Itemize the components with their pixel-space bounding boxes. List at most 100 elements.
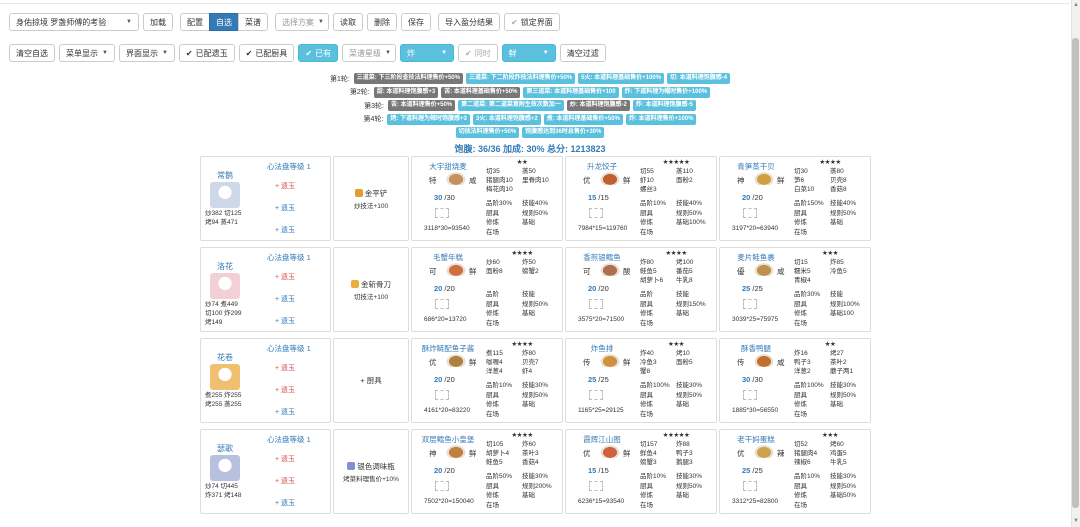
chef-stats: 炒382 切125 烤94 蒸471	[205, 209, 265, 227]
plan-select[interactable]: 选择方案 ▼	[275, 13, 329, 31]
add-amber-button[interactable]: + 遗玉	[275, 407, 295, 417]
ingredient: 螃蟹2	[522, 268, 539, 275]
add-amber-button[interactable]: + 遗玉	[275, 316, 295, 326]
dish-card[interactable]: 升龙饺子 ★★★★★ 优鲜 15 /15 7984*15=119760 切55 蒸110 虾1…	[565, 156, 717, 241]
owned-toggle[interactable]: ✔ 已有	[298, 44, 339, 62]
dish-quantity[interactable]: 20 /20	[588, 284, 609, 293]
add-amber-button[interactable]: + 遗玉	[275, 363, 295, 373]
dish-quantity[interactable]: 25 /25	[588, 375, 609, 384]
dish-quantity[interactable]: 15 /15	[588, 466, 609, 475]
equipped-tools-toggle[interactable]: ✔ 已配厨具	[238, 44, 295, 62]
bonus-item: 厨具	[794, 482, 807, 490]
add-amber-button[interactable]: + 遗玉	[275, 294, 295, 304]
equip-icon	[354, 189, 363, 197]
dish-card[interactable]: 老干妈蛋糕 ★★★ 优辣 25 /25 3312*25=82800 切52 烤60 猪腿肉4 鸡…	[719, 429, 871, 514]
load-button[interactable]: 加载	[143, 13, 173, 31]
clear-filter-button[interactable]: 清空过滤	[559, 44, 606, 62]
dish-image-icon	[753, 444, 775, 458]
dish-card[interactable]: 霞辉江山图 ★★★★★ 优鲜 15 /15 6236*15=93540 切157 炸88 鲜鱼…	[565, 429, 717, 514]
add-amber-button[interactable]: + 遗玉	[275, 385, 295, 395]
chef-name[interactable]: 洛花	[205, 261, 245, 272]
clear-select-button[interactable]: 清空自选	[9, 44, 55, 62]
equipped-items-toggle[interactable]: ✔ 已配遗玉	[178, 44, 235, 62]
flavor-select[interactable]: 鲜 ▼	[501, 44, 556, 62]
dish-quantity[interactable]: 20 /20	[434, 375, 455, 384]
equip-slot[interactable]: 金平铲 炒技法+100	[333, 156, 409, 241]
dish-quantity[interactable]: 25 /25	[742, 284, 763, 293]
save-button[interactable]: 保存	[401, 13, 431, 31]
chef-card[interactable]: 花卷 煮255 炸255 烤255 蒸255 心法盘等级 1 + 遗玉 + 遗玉 + 遗玉	[200, 338, 331, 423]
ui-show-button[interactable]: 界面显示 ▼	[118, 44, 175, 62]
add-amber-button[interactable]: + 遗玉	[275, 272, 295, 282]
bonus-item	[522, 319, 562, 329]
checkmark-icon: ✔	[305, 48, 313, 58]
dish-image-icon	[753, 171, 775, 185]
dish-bonus-details: 品阶10% 技能30% 厨具 规则50% 修炼 基础50% 在场	[794, 472, 870, 510]
selfselect-button[interactable]: 自选	[209, 13, 239, 31]
ingredient: 烤60	[830, 441, 844, 448]
dish-formula: 7984*15=119760	[578, 225, 628, 232]
import-result-button[interactable]: 导入盈分结果	[438, 13, 500, 31]
chef-stats: 煮255 炸255 烤255 蒸255	[205, 391, 265, 409]
dish-stars: ★★★	[822, 432, 838, 439]
dish-quantity[interactable]: 30 /30	[434, 193, 455, 202]
chef-name[interactable]: 瑟歌	[205, 443, 245, 454]
chef-card[interactable]: 洛花 炒74 煮449 切100 炸299 烤149 心法盘等级 1 + 遗玉 + 遗玉 + …	[200, 247, 331, 332]
equip-icon	[347, 462, 356, 470]
dish-card[interactable]: 炸鱼排 ★★★ 传鲜 25 /25 1165*25=29125 炸40 烤10 冷鱼3 面粉5 蟹…	[565, 338, 717, 423]
equip-slot[interactable]: 金斩骨刀 切技法+100	[333, 247, 409, 332]
read-button[interactable]: 读取	[333, 13, 363, 31]
dish-quantity[interactable]: 25 /25	[742, 466, 763, 475]
add-amber-button[interactable]: + 遗玉	[275, 498, 295, 508]
dish-formula: 1885*30=56550	[732, 407, 779, 414]
chef-select-button[interactable]: 菜谱	[238, 13, 268, 31]
chef-card[interactable]: 常鹅 炒382 切125 烤94 蒸471 心法盘等级 1 + 遗玉 + 遗玉 + 遗玉	[200, 156, 331, 241]
equipped-tools-label: 已配厨具	[255, 48, 288, 58]
same-time-toggle[interactable]: ✔ 同时	[458, 44, 498, 62]
equip-slot[interactable]: 银色调味瓶 烤菜料理售价+10%	[333, 429, 409, 514]
bonus-item: 在场	[640, 410, 653, 418]
equip-slot[interactable]: + 厨具	[333, 338, 409, 423]
bonus-item: 修炼	[640, 310, 653, 317]
chevron-down-icon: ▼	[542, 50, 549, 56]
dish-quantity[interactable]: 30 /30	[742, 375, 763, 384]
ui-show-label: 界面显示	[125, 48, 158, 58]
technique-select[interactable]: 炸 ▼	[400, 44, 455, 62]
add-amber-button[interactable]: + 遗玉	[275, 454, 295, 464]
scroll-down-arrow-icon[interactable]: ▼	[1073, 518, 1079, 524]
dish-card[interactable]: 麦片鲑鱼裹 ★★★ 優咸 25 /25 3039*25=75975 切15 炸85 糯米5 冷鱼…	[719, 247, 871, 332]
add-amber-button[interactable]: + 遗玉	[275, 225, 295, 235]
delete-button[interactable]: 删除	[367, 13, 397, 31]
rarity-select[interactable]: 菜谱星级 ▼	[342, 44, 397, 62]
ingredient	[522, 185, 562, 194]
chef-card[interactable]: 瑟歌 炒74 切445 炸371 烤148 心法盘等级 1 + 遗玉 + 遗玉 + 遗玉	[200, 429, 331, 514]
dish-quantity[interactable]: 20 /20	[434, 284, 455, 293]
dish-quantity[interactable]: 20 /20	[742, 193, 763, 202]
dish-card[interactable]: 香煎银鳕鱼 ★★★★ 可酸 20 /20 3575*20=71500 炸80 烤100 鲑鱼5…	[565, 247, 717, 332]
dish-card[interactable]: 酥香鸭腿 ★★ 传咸 30 /30 1885*30=56550 炸16 烤27 鸭子3 茶叶2 洋…	[719, 338, 871, 423]
dish-card[interactable]: 酥炸鲢配鱼子酱 ★★★★ 优鲜 20 /20 4161*20=83220 煮115 炸80 咖…	[411, 338, 563, 423]
scroll-up-arrow-icon[interactable]: ▲	[1073, 2, 1079, 8]
dish-card[interactable]: 青笋蒸干贝 ★★★★ 神鲜 20 /20 3197*20=63940 切30 蒸80 笋6 贝壳…	[719, 156, 871, 241]
menu-show-button[interactable]: 菜单显示 ▼	[59, 44, 115, 62]
lock-ui-button[interactable]: ✔ 锁定界面	[504, 13, 560, 31]
chef-name[interactable]: 常鹅	[205, 170, 245, 181]
dish-card[interactable]: 大宇甜烧麦 ★★ 特咸 30 /30 3118*30=93540 切35 蒸50 猪腿肉10 里…	[411, 156, 563, 241]
add-amber-button[interactable]: + 遗玉	[275, 476, 295, 486]
rule-select[interactable]: 身佑掠境 罗盏师傅的考验 ▼	[9, 13, 139, 31]
bonus-item	[676, 228, 716, 238]
config-button[interactable]: 配置	[180, 13, 210, 31]
bonus-item: 技能30%	[522, 473, 549, 480]
ingredient: 切15	[794, 259, 808, 266]
dish-flavor: 鲜	[777, 176, 785, 185]
add-amber-button[interactable]: + 遗玉	[275, 181, 295, 191]
dish-card[interactable]: 双层鳕鱼小皇堡 ★★★★ 神鲜 20 /20 7502*20=150040 切105 炸60…	[411, 429, 563, 514]
add-amber-button[interactable]: + 遗玉	[275, 203, 295, 213]
chef-name[interactable]: 花卷	[205, 352, 245, 363]
dish-card[interactable]: 毛蟹年糕 ★★★★ 可鲜 20 /20 686*20=13720 炒60 炸50 面粉8 螃蟹2…	[411, 247, 563, 332]
chef-stat-line: 煮255 炸255	[205, 392, 242, 399]
bonus-item: 修炼	[486, 310, 499, 317]
scrollbar-thumb[interactable]	[1072, 38, 1079, 508]
dish-quantity[interactable]: 15 /15	[588, 193, 609, 202]
dish-quantity[interactable]: 20 /20	[434, 466, 455, 475]
